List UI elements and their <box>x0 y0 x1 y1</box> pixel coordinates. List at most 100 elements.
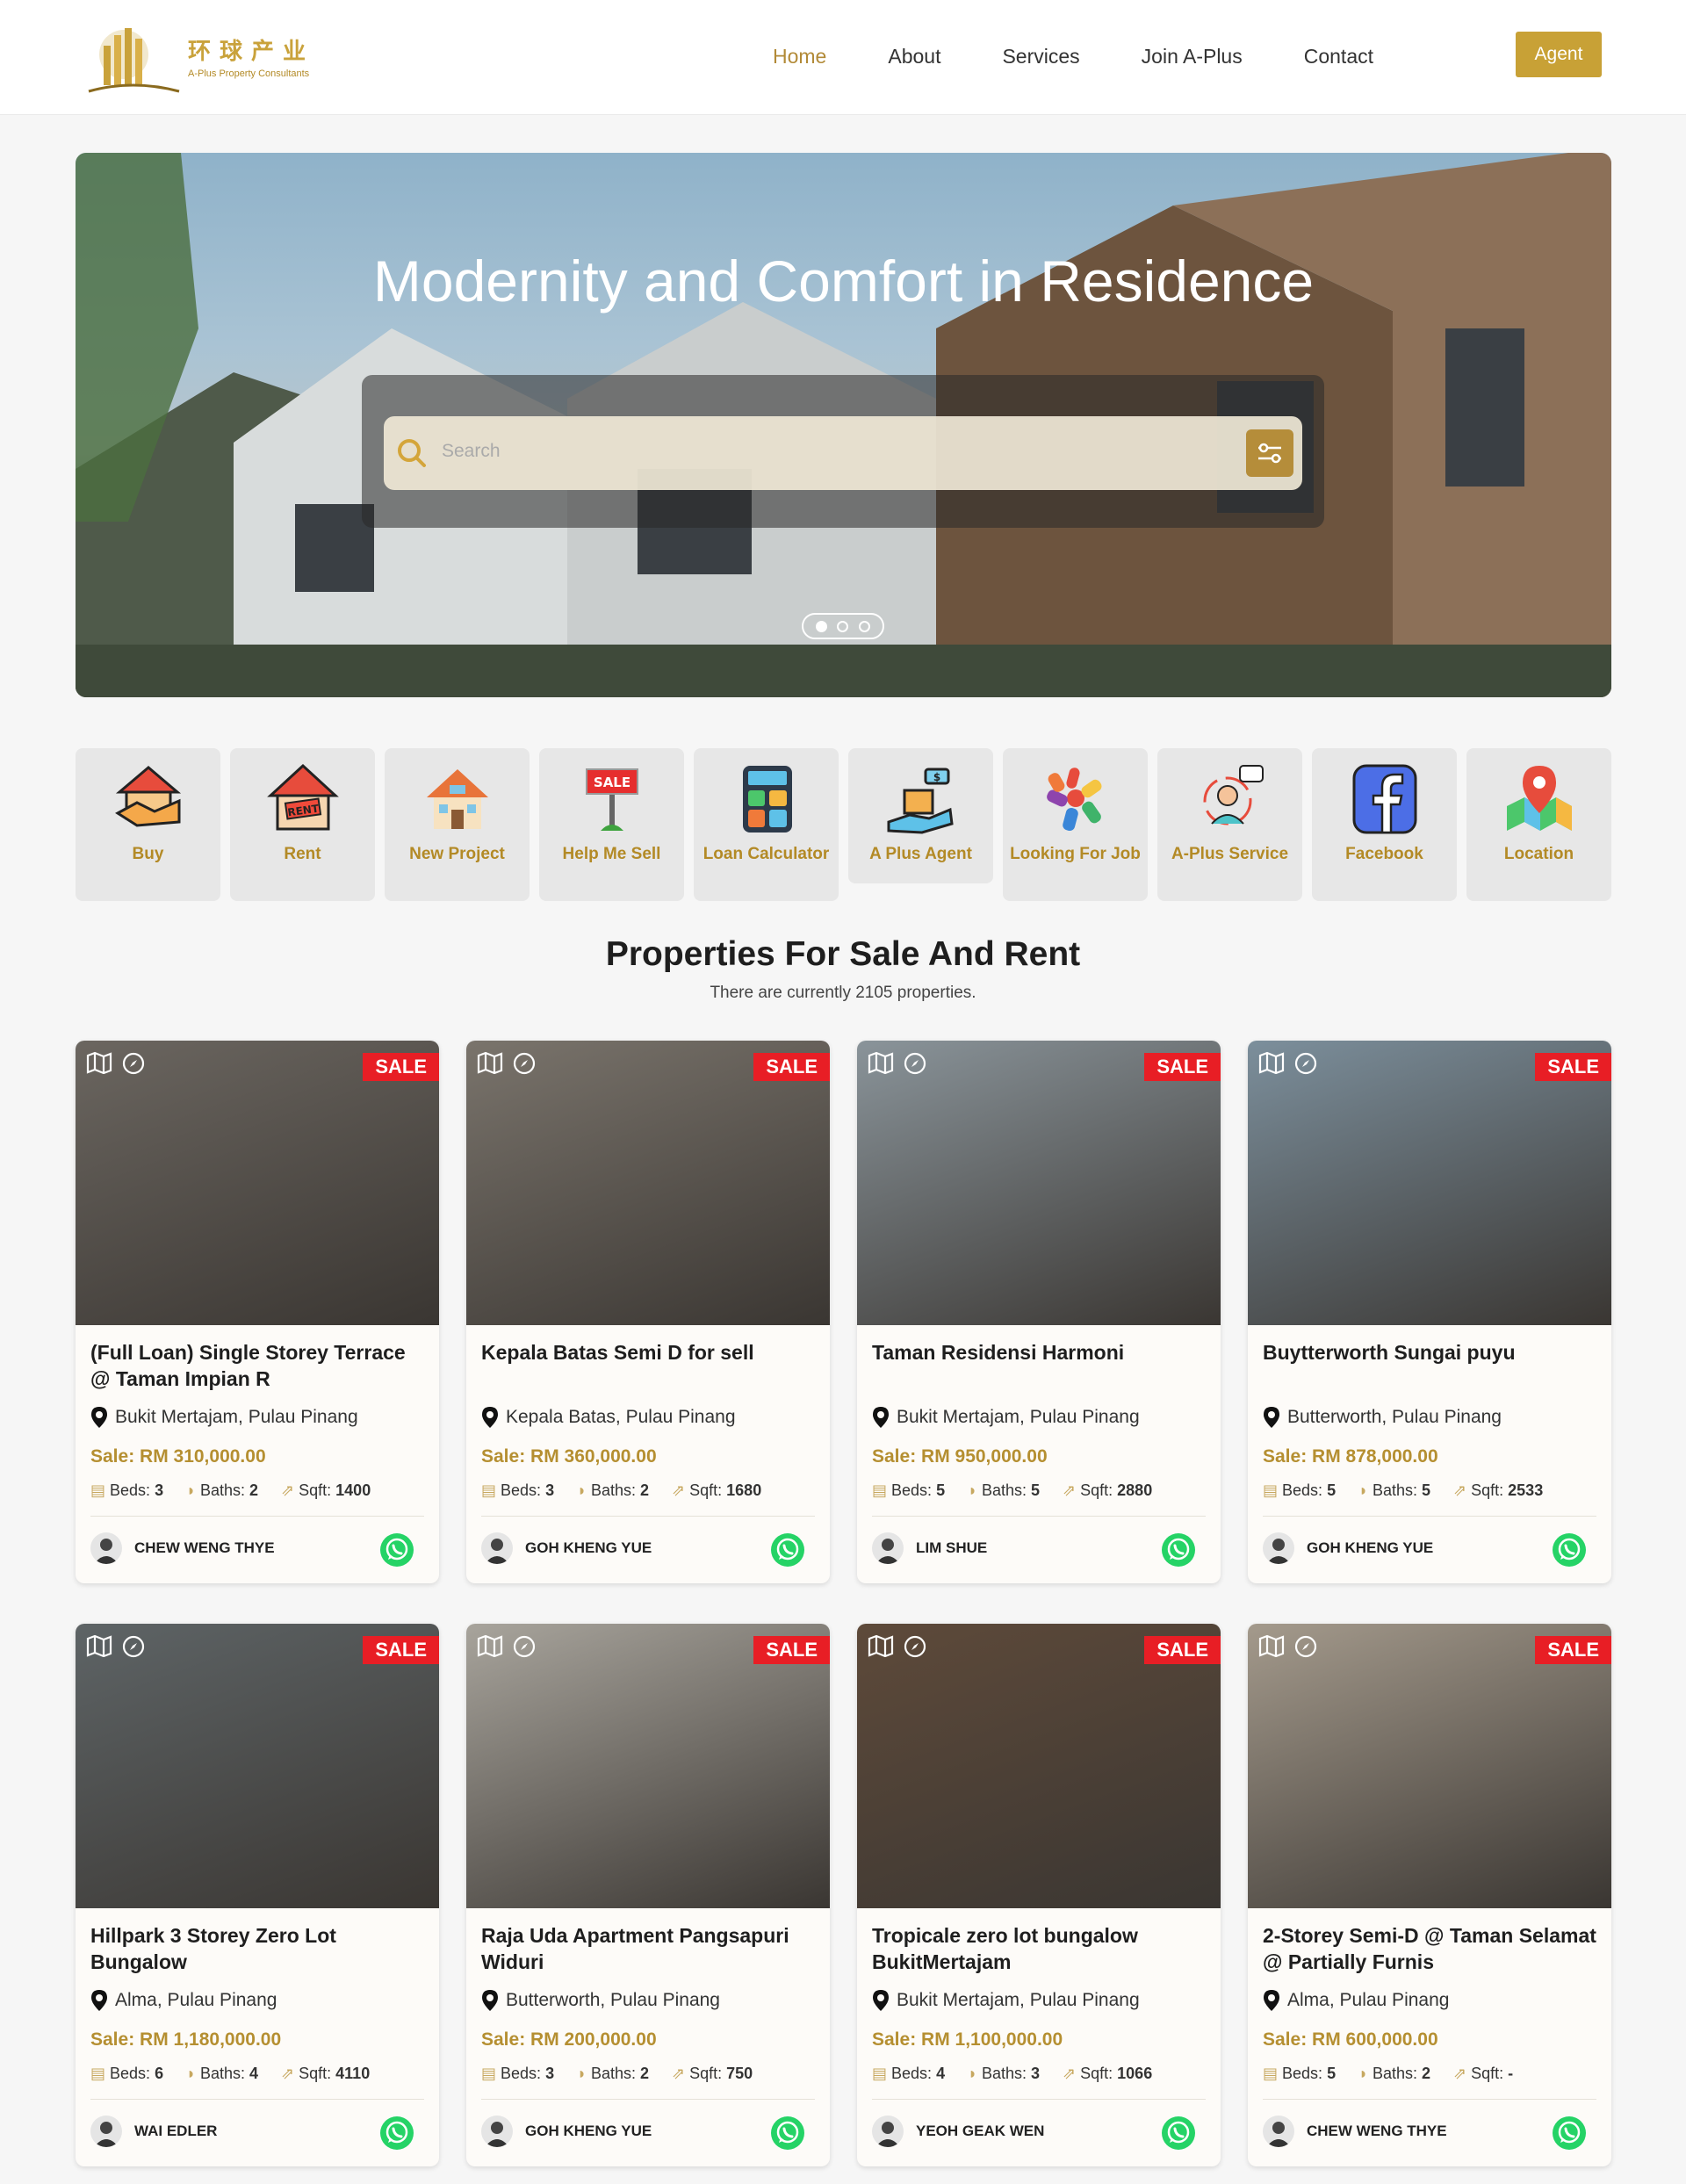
beds-stat: ▤ Beds: 3 <box>481 1481 554 1500</box>
beds-label: Beds: <box>110 2065 151 2082</box>
property-title[interactable]: Taman Residensi Harmoni <box>872 1339 1210 1366</box>
carousel-dot-3[interactable] <box>859 620 871 632</box>
whatsapp-icon[interactable] <box>1552 1532 1587 1568</box>
compass-icon[interactable] <box>1293 1051 1318 1076</box>
compass-icon[interactable] <box>121 1051 146 1076</box>
category-new-project[interactable]: New Project <box>385 748 530 901</box>
category-label: A-Plus Service <box>1171 845 1289 863</box>
map-icon[interactable] <box>477 1634 503 1657</box>
map-icon[interactable] <box>86 1634 112 1657</box>
beds-value: 5 <box>1327 1481 1337 1499</box>
compass-icon[interactable] <box>121 1634 146 1659</box>
property-photo[interactable]: SALE <box>1248 1041 1611 1325</box>
property-title[interactable]: Kepala Batas Semi D for sell <box>481 1339 819 1366</box>
compass-icon[interactable] <box>512 1634 537 1659</box>
property-location: Alma, Pulau Pinang <box>90 1989 277 2012</box>
listing-agent[interactable]: CHEW WENG THYE <box>1263 2116 1447 2147</box>
agent-button[interactable]: Agent <box>1516 32 1602 77</box>
filter-sliders-icon <box>1258 443 1281 464</box>
listing-agent[interactable]: GOH KHENG YUE <box>1263 1532 1433 1564</box>
property-card[interactable]: SALE (Full Loan) Single Storey Terrace @ … <box>76 1041 439 1583</box>
property-photo[interactable]: SALE <box>1248 1624 1611 1908</box>
property-title[interactable]: (Full Loan) Single Storey Terrace @ Tama… <box>90 1339 429 1392</box>
whatsapp-icon[interactable] <box>1161 1532 1196 1568</box>
carousel-dot-2[interactable] <box>837 620 849 632</box>
map-icon[interactable] <box>477 1051 503 1074</box>
filter-button[interactable] <box>1246 429 1293 477</box>
property-photo[interactable]: SALE <box>857 1624 1221 1908</box>
property-stats: ▤ Beds: 4 ◗ Baths: 3 ⇗ Sqft: 1066 <box>872 2065 1152 2083</box>
map-icon[interactable] <box>868 1051 894 1074</box>
location-text: Bukit Mertajam, Pulau Pinang <box>897 1990 1140 2010</box>
listing-agent[interactable]: LIM SHUE <box>872 1532 987 1564</box>
baths-value: 2 <box>249 1481 259 1499</box>
category-location[interactable]: Location <box>1466 748 1611 901</box>
nav-home[interactable]: Home <box>773 40 826 76</box>
whatsapp-icon[interactable] <box>1161 2116 1196 2151</box>
whatsapp-icon[interactable] <box>1552 2116 1587 2151</box>
whatsapp-icon[interactable] <box>770 1532 805 1568</box>
carousel-dot-1[interactable] <box>815 620 827 632</box>
baths-stat: ◗ Baths: 2 <box>1358 2065 1430 2083</box>
map-icon[interactable] <box>1258 1051 1285 1074</box>
sqft-value: 2533 <box>1508 1481 1544 1499</box>
section-title: Properties For Sale And Rent <box>605 935 1081 973</box>
listing-agent[interactable]: YEOH GEAK WEN <box>872 2116 1044 2147</box>
property-title[interactable]: Raja Uda Apartment Pangsapuri Widuri <box>481 1922 819 1975</box>
search-input[interactable]: Search <box>384 416 1302 490</box>
category-buy[interactable]: Buy <box>76 748 220 901</box>
compass-icon[interactable] <box>903 1634 927 1659</box>
category-help-me-sell[interactable]: SALE Help Me Sell <box>539 748 684 901</box>
site-logo[interactable]: 环球产业 A-Plus Property Consultants <box>84 19 339 98</box>
property-card[interactable]: SALE Raja Uda Apartment Pangsapuri Widuri… <box>466 1624 830 2166</box>
compass-icon[interactable] <box>903 1051 927 1076</box>
category-looking-for-job[interactable]: Looking For Job <box>1003 748 1148 901</box>
compass-icon[interactable] <box>1293 1634 1318 1659</box>
map-icon[interactable] <box>1258 1634 1285 1657</box>
property-card[interactable]: SALE Hillpark 3 Storey Zero Lot Bungalow A… <box>76 1624 439 2166</box>
nav-about[interactable]: About <box>888 40 940 76</box>
listing-agent[interactable]: WAI EDLER <box>90 2116 217 2147</box>
baths-value: 5 <box>1422 1481 1431 1499</box>
nav-contact[interactable]: Contact <box>1304 40 1373 76</box>
whatsapp-icon[interactable] <box>379 1532 414 1568</box>
property-card[interactable]: SALE Kepala Batas Semi D for sell Kepala B… <box>466 1041 830 1583</box>
property-card[interactable]: SALE 2-Storey Semi-D @ Taman Selamat @ Pa… <box>1248 1624 1611 2166</box>
property-title[interactable]: Buytterworth Sungai puyu <box>1263 1339 1601 1366</box>
listing-agent[interactable]: GOH KHENG YUE <box>481 1532 652 1564</box>
property-stats: ▤ Beds: 6 ◗ Baths: 4 ⇗ Sqft: 4110 <box>90 2065 370 2083</box>
property-title[interactable]: 2-Storey Semi-D @ Taman Selamat @ Partia… <box>1263 1922 1601 1975</box>
property-card[interactable]: SALE Taman Residensi Harmoni Bukit Mertaja… <box>857 1041 1221 1583</box>
category-rent[interactable]: RENT Rent <box>230 748 375 901</box>
map-icon[interactable] <box>86 1051 112 1074</box>
compass-icon[interactable] <box>512 1051 537 1076</box>
whatsapp-icon[interactable] <box>770 2116 805 2151</box>
category-a-plus-agent[interactable]: $ A Plus Agent <box>848 748 993 883</box>
property-stats: ▤ Beds: 3 ◗ Baths: 2 ⇗ Sqft: 750 <box>481 2065 753 2083</box>
section-subtitle: There are currently 2105 properties. <box>710 984 976 1002</box>
property-photo[interactable]: SALE <box>76 1041 439 1325</box>
property-title[interactable]: Tropicale zero lot bungalow BukitMertaja… <box>872 1922 1210 1975</box>
category-facebook[interactable]: Facebook <box>1312 748 1457 901</box>
beds-label: Beds: <box>1282 1481 1323 1499</box>
property-card[interactable]: SALE Tropicale zero lot bungalow BukitMer… <box>857 1624 1221 2166</box>
nav-join[interactable]: Join A-Plus <box>1142 40 1243 76</box>
property-photo[interactable]: SALE <box>857 1041 1221 1325</box>
property-photo[interactable]: SALE <box>76 1624 439 1908</box>
property-photo[interactable]: SALE <box>466 1041 830 1325</box>
property-card[interactable]: SALE Buytterworth Sungai puyu Butterworth,… <box>1248 1041 1611 1583</box>
search-placeholder: Search <box>442 441 501 461</box>
job-icon <box>1046 768 1101 832</box>
map-icon[interactable] <box>868 1634 894 1657</box>
new-project-icon <box>426 769 488 829</box>
card-divider <box>1263 1516 1596 1517</box>
category-loan-calculator[interactable]: Loan Calculator <box>694 748 839 901</box>
listing-agent[interactable]: CHEW WENG THYE <box>90 1532 275 1564</box>
listing-agent[interactable]: GOH KHENG YUE <box>481 2116 652 2147</box>
whatsapp-icon[interactable] <box>379 2116 414 2151</box>
nav-services[interactable]: Services <box>1002 40 1079 76</box>
category-label: Location <box>1503 845 1574 863</box>
property-photo[interactable]: SALE <box>466 1624 830 1908</box>
category-a-plus-service[interactable]: A-Plus Service <box>1157 748 1302 901</box>
property-title[interactable]: Hillpark 3 Storey Zero Lot Bungalow <box>90 1922 429 1975</box>
